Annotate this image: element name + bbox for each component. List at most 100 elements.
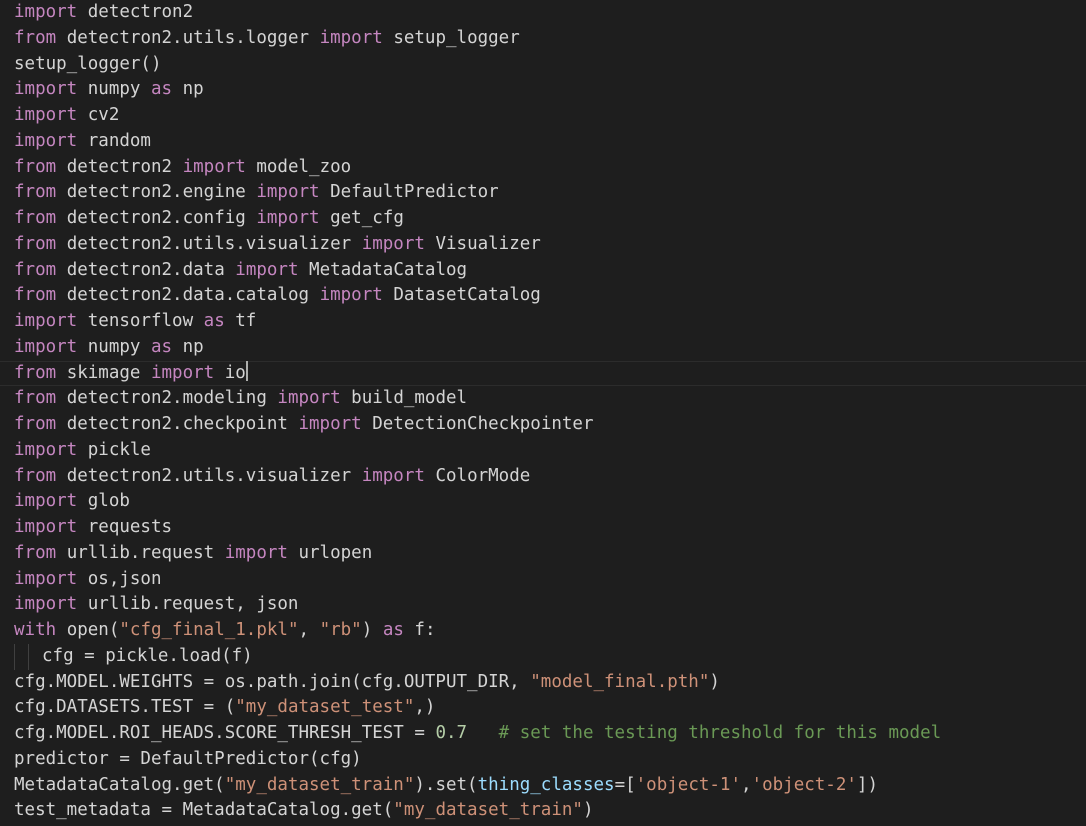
code-token: "cfg_final_1.pkl"	[119, 620, 299, 640]
code-editor[interactable]: import detectron2 from detectron2.utils.l…	[0, 0, 1086, 826]
code-line[interactable]: from detectron2.config import get_cfg	[0, 206, 1086, 232]
code-token: cfg = pickle.load(f)	[42, 645, 253, 666]
code-line[interactable]: from detectron2.utils.visualizer import …	[0, 232, 1086, 258]
code-line[interactable]: import numpy as np	[0, 77, 1086, 103]
code-line[interactable]: from skimage import io	[0, 360, 1086, 387]
code-token: "model_final.pth"	[530, 671, 710, 692]
code-token: as	[203, 311, 225, 331]
code-token: import	[182, 156, 246, 177]
code-token: "rb"	[319, 620, 362, 640]
code-token: import	[256, 208, 320, 228]
code-token: detectron2	[56, 156, 183, 177]
code-token: detectron2.modeling	[56, 388, 278, 409]
code-token: io	[214, 362, 246, 383]
code-line[interactable]: from detectron2 import model_zoo	[0, 155, 1086, 181]
code-token: import	[14, 439, 78, 460]
code-token: MetadataCatalog.get(	[14, 774, 225, 795]
code-line[interactable]: setup_logger()	[0, 52, 1086, 78]
code-line[interactable]: import glob	[0, 489, 1086, 515]
code-token: from	[14, 362, 57, 383]
code-token: detectron2.data.catalog	[56, 285, 320, 306]
code-token: skimage	[56, 362, 151, 383]
code-token: ).set(	[414, 774, 478, 795]
code-line[interactable]: import urllib.request, json	[0, 592, 1086, 618]
code-token: import	[256, 182, 320, 203]
code-token: setup_logger	[382, 27, 520, 48]
code-token: urllib.request	[56, 542, 225, 563]
code-token: =[	[614, 774, 636, 795]
code-line[interactable]: cfg = pickle.load(f)	[0, 643, 1086, 670]
code-token: np	[172, 336, 204, 357]
code-line[interactable]: cfg.MODEL.ROI_HEADS.SCORE_THRESH_TEST = …	[0, 721, 1086, 747]
code-line[interactable]: cfg.DATASETS.TEST = ("my_dataset_test",)	[0, 695, 1086, 721]
indent-guide	[28, 643, 42, 670]
code-token: with	[14, 620, 57, 640]
code-line[interactable]: from detectron2.utils.logger import setu…	[0, 26, 1086, 52]
code-line[interactable]: import random	[0, 129, 1086, 155]
code-line[interactable]: from detectron2.data.catalog import Data…	[0, 283, 1086, 309]
code-token: detectron2.utils.visualizer	[56, 233, 362, 254]
code-token: get_cfg	[319, 208, 404, 228]
code-token: cfg.DATASETS.TEST = (	[14, 697, 236, 718]
code-token: np	[172, 79, 204, 100]
code-token: import	[14, 311, 78, 331]
code-line[interactable]: import cv2	[0, 103, 1086, 129]
code-token: numpy	[77, 79, 151, 100]
code-token: import	[361, 233, 425, 254]
code-token: as	[150, 336, 173, 357]
code-token: detectron2.utils.visualizer	[56, 465, 362, 486]
code-token: detectron2.utils.logger	[56, 27, 320, 48]
code-token: urllib.request, json	[77, 594, 299, 615]
code-token: glob	[77, 491, 130, 512]
code-line[interactable]: from urllib.request import urlopen	[0, 541, 1086, 567]
code-line[interactable]: import os,json	[0, 567, 1086, 593]
code-line[interactable]: from detectron2.modeling import build_mo…	[0, 386, 1086, 412]
code-line[interactable]: import requests	[0, 515, 1086, 541]
code-token: build_model	[340, 388, 468, 409]
code-line[interactable]: from detectron2.data import MetadataCata…	[0, 258, 1086, 284]
code-token: DefaultPredictor	[319, 182, 499, 203]
code-token: open(	[56, 620, 120, 640]
code-line[interactable]: MetadataCatalog.get("my_dataset_train").…	[0, 773, 1086, 799]
code-token: import	[298, 414, 362, 434]
code-token: import	[361, 465, 425, 486]
code-token: from	[14, 27, 57, 48]
code-token: predictor = DefaultPredictor(cfg)	[14, 748, 362, 769]
code-token: random	[77, 130, 151, 151]
code-token: import	[14, 130, 78, 151]
code-token: from	[14, 388, 57, 409]
code-token: from	[14, 414, 57, 434]
code-token: import	[235, 259, 299, 280]
code-token: detectron2.checkpoint	[56, 414, 299, 434]
code-line[interactable]: import numpy as np	[0, 335, 1086, 361]
code-token: ,	[741, 774, 752, 795]
code-token: detectron2	[77, 2, 194, 22]
code-line[interactable]: from detectron2.engine import DefaultPre…	[0, 180, 1086, 206]
code-token: import	[319, 285, 383, 306]
code-line[interactable]: import detectron2	[0, 0, 1086, 26]
code-line[interactable]: from detectron2.checkpoint import Detect…	[0, 412, 1086, 438]
code-token: detectron2.data	[56, 259, 236, 280]
code-line[interactable]: with open("cfg_final_1.pkl", "rb") as f:	[0, 618, 1086, 644]
code-line[interactable]: import pickle	[0, 438, 1086, 464]
code-token: from	[14, 208, 57, 228]
code-token: import	[14, 491, 78, 512]
code-line[interactable]: import tensorflow as tf	[0, 309, 1086, 335]
code-token: import	[319, 27, 383, 48]
code-line[interactable]: cfg.MODEL.WEIGHTS = os.path.join(cfg.OUT…	[0, 670, 1086, 696]
code-token: "my_dataset_train"	[393, 800, 583, 821]
code-token: import	[14, 594, 78, 615]
code-token: cfg.MODEL.WEIGHTS = os.path.join(cfg.OUT…	[14, 671, 531, 692]
code-token: ColorMode	[424, 465, 531, 486]
code-line[interactable]: predictor = DefaultPredictor(cfg)	[0, 747, 1086, 773]
code-token: DatasetCatalog	[382, 285, 541, 306]
code-line[interactable]: test_metadata = MetadataCatalog.get("my_…	[0, 798, 1086, 824]
code-token: from	[14, 182, 57, 203]
code-token: pickle	[77, 439, 151, 460]
code-token: requests	[77, 517, 173, 537]
code-line[interactable]: from detectron2.utils.visualizer import …	[0, 464, 1086, 490]
code-token: import	[224, 542, 288, 563]
code-token: from	[14, 465, 57, 486]
code-token: thing_classes	[477, 774, 615, 795]
